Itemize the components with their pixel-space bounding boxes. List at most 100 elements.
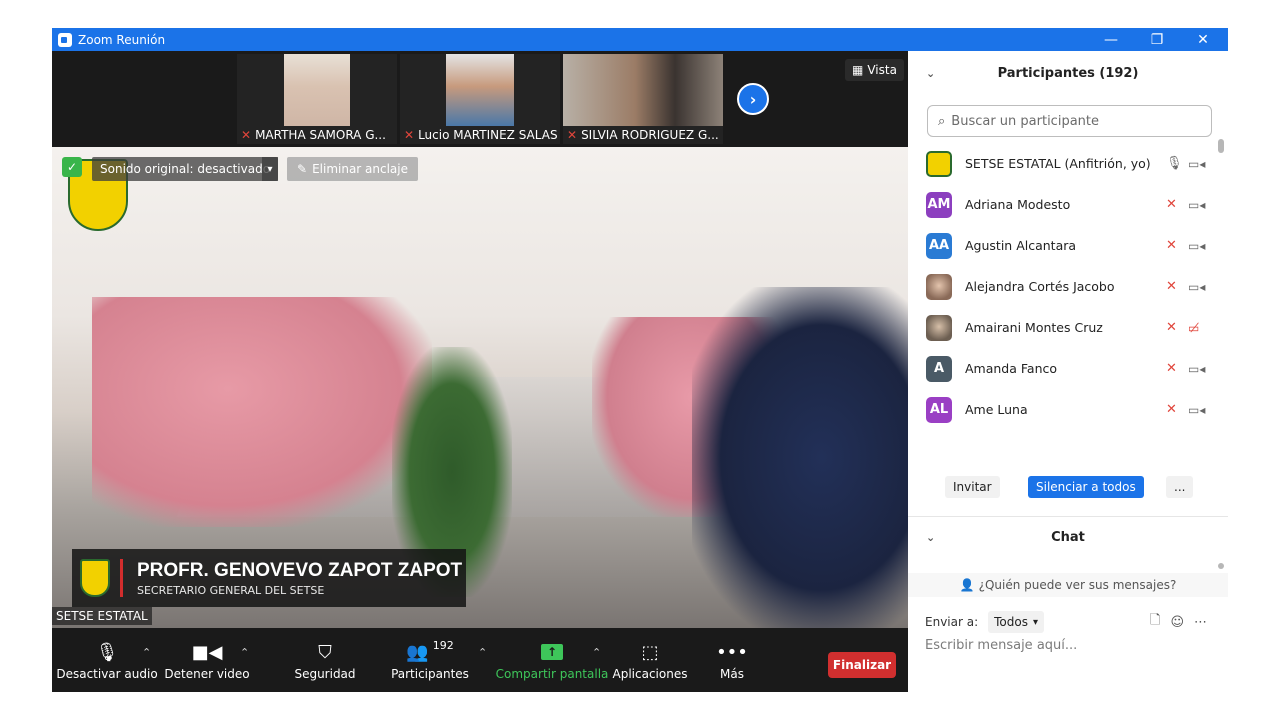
video-camera-icon[interactable]: ▭◂ bbox=[1188, 239, 1205, 253]
participant-name: Alejandra Cortés Jacobo bbox=[965, 279, 1115, 294]
participants-actions: Invitar Silenciar a todos ... bbox=[908, 476, 1228, 510]
security-shield-icon[interactable]: ✓ bbox=[62, 157, 82, 177]
chevron-down-icon: ▾ bbox=[1032, 616, 1038, 628]
setse-logo bbox=[80, 559, 110, 597]
mic-muted-icon[interactable]: ✕ bbox=[1166, 320, 1177, 335]
participant-video bbox=[563, 54, 723, 126]
participant-row[interactable]: AM Adriana Modesto ✕ ▭◂ bbox=[908, 184, 1228, 225]
thumbnail-name: MARTHA SAMORA G... bbox=[255, 128, 386, 142]
chat-panel-title: Chat bbox=[1051, 529, 1085, 545]
search-participant-input[interactable]: ⌕ Buscar un participante bbox=[927, 105, 1212, 137]
thumbnail-name: Lucio MARTINEZ SALAS bbox=[418, 128, 558, 142]
speaker-role: SECRETARIO GENERAL DEL SETSE bbox=[137, 583, 325, 597]
mic-muted-icon[interactable]: ✕ bbox=[1166, 238, 1177, 253]
mute-audio-button[interactable]: 🎙 Desactivar audio bbox=[56, 628, 157, 692]
security-button[interactable]: ⛉ Seguridad bbox=[290, 628, 360, 692]
video-camera-icon[interactable]: ▭◂ bbox=[1188, 362, 1205, 376]
speaker-name: PROFR. GENOVEVO ZAPOT ZAPOT bbox=[137, 559, 463, 581]
apps-button[interactable]: ⬚ Aplicaciones bbox=[612, 628, 688, 692]
participants-panel-header: ⌄ Participantes (192) bbox=[908, 51, 1228, 95]
more-button[interactable]: ••• Más bbox=[712, 628, 752, 692]
participant-row[interactable]: Amairani Montes Cruz ✕ ▭̸ bbox=[908, 307, 1228, 348]
collapse-chevron-icon[interactable]: ⌄ bbox=[926, 67, 935, 80]
minimize-button[interactable]: — bbox=[1088, 28, 1134, 51]
participants-panel-title: Participantes (192) bbox=[997, 65, 1139, 81]
close-button[interactable]: ✕ bbox=[1180, 28, 1226, 51]
participant-thumbnail[interactable]: ✕ MARTHA SAMORA G... bbox=[237, 54, 397, 144]
collapse-chevron-icon[interactable]: ⌄ bbox=[926, 531, 935, 544]
participant-thumbnail[interactable]: ✕ Lucio MARTINEZ SALAS bbox=[400, 54, 560, 144]
video-camera-icon[interactable]: ▭◂ bbox=[1188, 198, 1205, 212]
chat-message-input[interactable]: Escribir mensaje aquí... bbox=[925, 638, 1077, 653]
participant-name: Agustin Alcantara bbox=[965, 238, 1077, 253]
accent-bar bbox=[120, 559, 123, 597]
apps-label: Aplicaciones bbox=[612, 667, 688, 681]
restore-button[interactable]: ❐ bbox=[1134, 28, 1180, 51]
participant-row[interactable]: AL Ame Luna ✕ ▭◂ bbox=[908, 389, 1228, 430]
participant-row[interactable]: A Amanda Fanco ✕ ▭◂ bbox=[908, 348, 1228, 389]
meeting-scene bbox=[92, 297, 432, 527]
avatar bbox=[926, 314, 952, 341]
side-panel: ⌄ Participantes (192) ⌕ Buscar un partic… bbox=[908, 51, 1228, 692]
participants-more-button[interactable]: ... bbox=[1166, 476, 1194, 498]
file-icon[interactable]: 🗋 bbox=[1150, 611, 1160, 633]
view-button[interactable]: ▦ Vista bbox=[845, 59, 904, 81]
participants-count: 192 bbox=[432, 639, 454, 652]
scrollbar-thumb[interactable] bbox=[1218, 139, 1224, 153]
end-meeting-button[interactable]: Finalizar bbox=[828, 652, 896, 678]
active-speaker-video[interactable]: ✓ Sonido original: desactivado ▾ ✎ Elimi… bbox=[52, 147, 908, 628]
stop-video-button[interactable]: ■◀ Detener video bbox=[164, 628, 250, 692]
ellipsis-icon: ••• bbox=[716, 641, 748, 663]
ellipsis-icon[interactable]: ⋯ bbox=[1194, 615, 1207, 630]
video-camera-icon[interactable]: ▭◂ bbox=[1188, 403, 1205, 417]
gallery-strip: ✕ MARTHA SAMORA G... ✕ Lucio MARTINEZ SALA… bbox=[52, 51, 908, 147]
emoji-icon[interactable]: ☺ bbox=[1170, 615, 1184, 630]
video-options-chevron-icon[interactable]: ⌃ bbox=[240, 646, 249, 659]
original-sound-toggle[interactable]: Sonido original: desactivado bbox=[92, 157, 279, 181]
mic-muted-icon[interactable]: ✕ bbox=[1166, 197, 1177, 212]
audio-options-chevron-icon[interactable]: ⌃ bbox=[142, 646, 151, 659]
mute-all-button[interactable]: Silenciar a todos bbox=[1028, 476, 1144, 498]
mic-muted-icon[interactable]: ✕ bbox=[1166, 361, 1177, 376]
participants-options-chevron-icon[interactable]: ⌃ bbox=[478, 646, 487, 659]
avatar bbox=[926, 150, 952, 177]
zoom-app-icon bbox=[58, 32, 72, 47]
video-camera-icon[interactable]: ▭◂ bbox=[1188, 157, 1205, 171]
participant-thumbnail[interactable]: ✕ SILVIA RODRIGUEZ G... bbox=[563, 54, 723, 144]
unpin-label: Eliminar anclaje bbox=[312, 162, 409, 176]
unpin-button[interactable]: ✎ Eliminar anclaje bbox=[287, 157, 419, 181]
send-to-row: Enviar a: Todos ▾ bbox=[925, 611, 1044, 633]
avatar bbox=[926, 273, 952, 300]
share-options-chevron-icon[interactable]: ⌃ bbox=[592, 646, 601, 659]
avatar: AL bbox=[926, 396, 952, 423]
participant-row[interactable]: Alejandra Cortés Jacobo ✕ ▭◂ bbox=[908, 266, 1228, 307]
active-speaker-label: SETSE ESTATAL bbox=[52, 607, 152, 625]
participants-button[interactable]: 👥 192 Participantes bbox=[388, 628, 472, 692]
send-to-label: Enviar a: bbox=[925, 615, 979, 629]
chevron-down-icon[interactable]: ▾ bbox=[262, 157, 278, 181]
mic-muted-icon: ✕ bbox=[404, 128, 415, 142]
participant-row[interactable]: AA Agustin Alcantara ✕ ▭◂ bbox=[908, 225, 1228, 266]
share-screen-icon: ↑ bbox=[541, 644, 563, 660]
video-off-icon[interactable]: ▭̸ bbox=[1188, 321, 1199, 335]
thumbnail-name: SILVIA RODRIGUEZ G... bbox=[581, 128, 719, 142]
mic-muted-icon[interactable]: ✕ bbox=[1166, 402, 1177, 417]
participants-scrollbar[interactable] bbox=[1218, 139, 1224, 434]
share-screen-button[interactable]: ↑ Compartir pantalla bbox=[496, 628, 608, 692]
send-to-select[interactable]: Todos ▾ bbox=[988, 611, 1044, 633]
title-bar: Zoom Reunión — ❐ ✕ bbox=[52, 28, 1228, 51]
video-area: ✕ MARTHA SAMORA G... ✕ Lucio MARTINEZ SALA… bbox=[52, 51, 908, 692]
next-page-button[interactable]: › bbox=[737, 83, 769, 115]
microphone-icon: 🎙 bbox=[95, 641, 119, 663]
mic-muted-icon[interactable]: ✕ bbox=[1166, 279, 1177, 294]
video-camera-icon[interactable]: ▭◂ bbox=[1188, 280, 1205, 294]
participant-row[interactable]: SETSE ESTATAL (Anfitrión, yo) 🎙 ▭◂ bbox=[908, 143, 1228, 184]
who-can-see-link[interactable]: 👤 ¿Quién puede ver sus mensajes? bbox=[908, 573, 1228, 597]
meeting-toolbar: 🎙 Desactivar audio ⌃ ■◀ Detener video ⌃ … bbox=[52, 628, 908, 692]
invite-button[interactable]: Invitar bbox=[945, 476, 1000, 498]
participant-name: Amairani Montes Cruz bbox=[965, 320, 1103, 335]
avatar: AA bbox=[926, 232, 952, 259]
microphone-icon[interactable]: 🎙 bbox=[1166, 156, 1183, 171]
chat-scrollbar-thumb[interactable] bbox=[1218, 563, 1224, 569]
who-can-see-label: ¿Quién puede ver sus mensajes? bbox=[978, 578, 1177, 592]
